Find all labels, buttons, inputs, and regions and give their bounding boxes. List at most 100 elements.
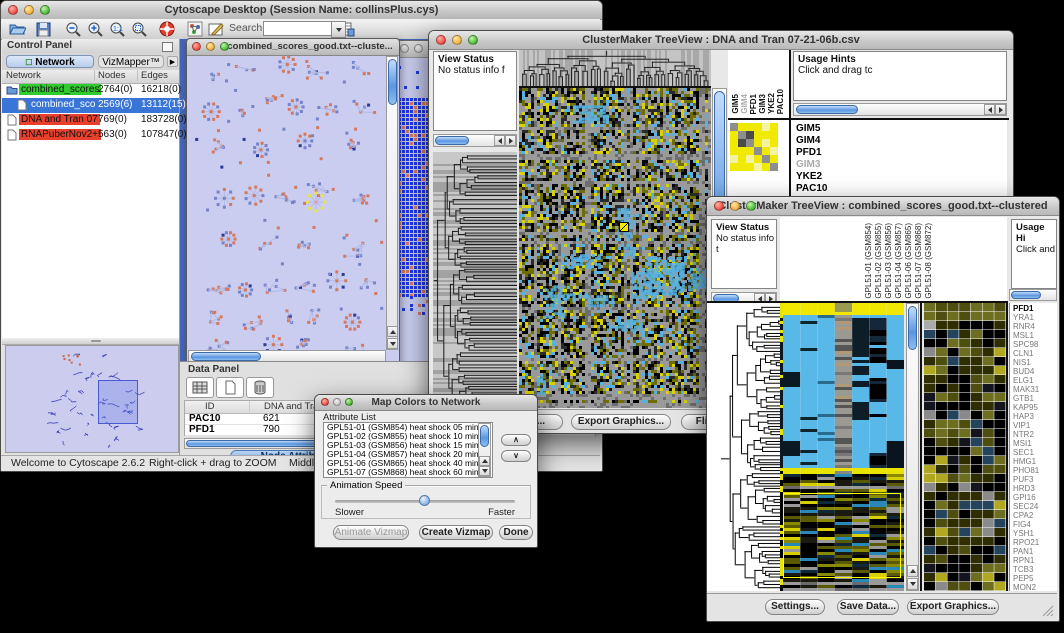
heat-cell[interactable]: [730, 123, 738, 131]
minimize-button[interactable]: [206, 42, 215, 51]
delete-attribute-icon[interactable]: [246, 377, 274, 398]
tab-vizmapper[interactable]: VizMapper™: [98, 55, 164, 68]
tab-overflow-arrow[interactable]: ▶: [167, 56, 178, 67]
table-row[interactable]: DNA and Tran 07769(0)183728(0): [2, 113, 179, 128]
heat-cell[interactable]: [738, 131, 746, 139]
dialog-titlebar[interactable]: Map Colors to Network: [315, 395, 537, 411]
gene-label[interactable]: CLN1: [1013, 349, 1057, 358]
close-button[interactable]: [192, 42, 201, 51]
gene-label[interactable]: FIG4: [1013, 520, 1057, 529]
animation-speed-slider[interactable]: [335, 495, 515, 507]
gene-label[interactable]: BUD4: [1013, 367, 1057, 376]
heat-cell[interactable]: [762, 123, 770, 131]
heat-cell[interactable]: [770, 139, 778, 147]
help-ring-icon[interactable]: [159, 21, 176, 38]
move-up-button[interactable]: ∧: [501, 434, 531, 446]
heat-cell[interactable]: [746, 123, 754, 131]
panel-divider-handle[interactable]: [2, 338, 179, 345]
export-graphics-button[interactable]: Export Graphics...: [571, 414, 671, 430]
attribute-list-scrollbar[interactable]: [478, 423, 491, 477]
search-input[interactable]: [263, 21, 333, 36]
heat-cell[interactable]: [754, 163, 762, 171]
column-header[interactable]: Edges: [137, 70, 168, 81]
gene-label[interactable]: GTB1: [1013, 394, 1057, 403]
heat-cell[interactable]: [746, 155, 754, 163]
heat-cell[interactable]: [762, 139, 770, 147]
gene-label[interactable]: MAK31: [1013, 385, 1057, 394]
gene-label[interactable]: TCB3: [1013, 565, 1057, 574]
tv2-zoom-heatmap[interactable]: [924, 303, 1006, 591]
gene-label[interactable]: HMG1: [1013, 457, 1057, 466]
settings-button[interactable]: Settings...: [765, 599, 825, 615]
gene-label[interactable]: GIM3: [796, 159, 1007, 171]
heat-cell[interactable]: [762, 131, 770, 139]
heat-cell[interactable]: [754, 147, 762, 155]
minimize-button[interactable]: [414, 44, 423, 53]
heat-cell[interactable]: [762, 163, 770, 171]
tv1-right-hscrollbar[interactable]: [793, 103, 1007, 116]
minimize-button[interactable]: [452, 35, 462, 45]
heat-cell[interactable]: [738, 123, 746, 131]
close-button[interactable]: [321, 398, 329, 406]
network-overview-canvas[interactable]: [5, 345, 179, 453]
new-attribute-icon[interactable]: [216, 377, 244, 398]
heat-cell[interactable]: [762, 147, 770, 155]
tv2-right-hscrollbar[interactable]: [1009, 289, 1057, 301]
zoom-in-icon[interactable]: [87, 21, 104, 38]
gene-label[interactable]: PAC10: [796, 183, 1007, 195]
float-panel-icon[interactable]: [162, 42, 173, 52]
gene-label[interactable]: PFD1: [796, 147, 1007, 159]
slider-thumb[interactable]: [419, 495, 430, 506]
attribute-list-item[interactable]: GPL51-07 (GSM868) heat shock 60 min: [327, 468, 492, 477]
heat-cell[interactable]: [754, 131, 762, 139]
tv1-left-hscrollbar[interactable]: [433, 134, 517, 147]
zoom-button[interactable]: [345, 398, 353, 406]
gene-label[interactable]: YKE2: [796, 171, 1007, 183]
table-row[interactable]: combined_sco2569(6)13112(15): [2, 98, 179, 113]
heat-cell[interactable]: [730, 139, 738, 147]
column-header[interactable]: Nodes: [94, 70, 125, 81]
create-vizmap-button[interactable]: Create Vizmap: [419, 525, 493, 540]
tv2-row-dendrogram[interactable]: [707, 303, 780, 591]
gene-label[interactable]: RPO21: [1013, 538, 1057, 547]
attribute-list[interactable]: GPL51-01 (GSM854) heat shock 05 minGPL51…: [323, 422, 493, 478]
tv1-titlebar[interactable]: ClusterMaker TreeView : DNA and Tran 07-…: [429, 31, 1013, 50]
table-row[interactable]: combined_scores2764(0)16218(0): [2, 83, 179, 98]
close-button[interactable]: [400, 44, 409, 53]
tab-network[interactable]: ☐ Network: [6, 55, 94, 68]
done-button[interactable]: Done: [499, 525, 533, 540]
gene-label[interactable]: CPA2: [1013, 511, 1057, 520]
tv2-gene-list[interactable]: PFD1YRA1RNR4MSL1SPC98CLN1NIS1BUD4ELG1MAK…: [1009, 303, 1057, 591]
gene-label[interactable]: PFD1: [1013, 304, 1057, 313]
export-graphics-button[interactable]: Export Graphics...: [907, 599, 999, 615]
tv2-heat-vscrollbar[interactable]: [906, 303, 919, 591]
heat-cell[interactable]: [738, 139, 746, 147]
gene-label[interactable]: GPI16: [1013, 493, 1057, 502]
heat-cell[interactable]: [770, 155, 778, 163]
save-icon[interactable]: [35, 21, 52, 38]
close-button[interactable]: [714, 201, 724, 211]
gene-label[interactable]: RPN1: [1013, 556, 1057, 565]
table-mode-icon[interactable]: [186, 377, 214, 398]
tv2-titlebar[interactable]: ClusterMaker TreeView : combined_scores_…: [707, 197, 1059, 216]
minimize-button[interactable]: [333, 398, 341, 406]
heat-cell[interactable]: [746, 147, 754, 155]
close-button[interactable]: [8, 5, 18, 15]
heat-cell[interactable]: [770, 147, 778, 155]
heat-cell[interactable]: [746, 163, 754, 171]
heat-cell[interactable]: [746, 139, 754, 147]
heat-cell[interactable]: [738, 163, 746, 171]
heat-cell[interactable]: [762, 155, 770, 163]
gene-label[interactable]: KAP95: [1013, 403, 1057, 412]
gene-label[interactable]: PHO81: [1013, 466, 1057, 475]
gene-label[interactable]: RNR4: [1013, 322, 1057, 331]
annotation-icon[interactable]: [208, 21, 225, 38]
open-folder-icon[interactable]: [9, 21, 26, 38]
heat-cell[interactable]: [754, 155, 762, 163]
heat-cell[interactable]: [754, 123, 762, 131]
gene-label[interactable]: MSL1: [1013, 331, 1057, 340]
table-row[interactable]: RNAPuberNov2+!563(0)107847(0): [2, 128, 179, 143]
gene-label[interactable]: NIS1: [1013, 358, 1057, 367]
minimize-button[interactable]: [730, 201, 740, 211]
tv1-column-dendrogram[interactable]: [519, 50, 711, 86]
